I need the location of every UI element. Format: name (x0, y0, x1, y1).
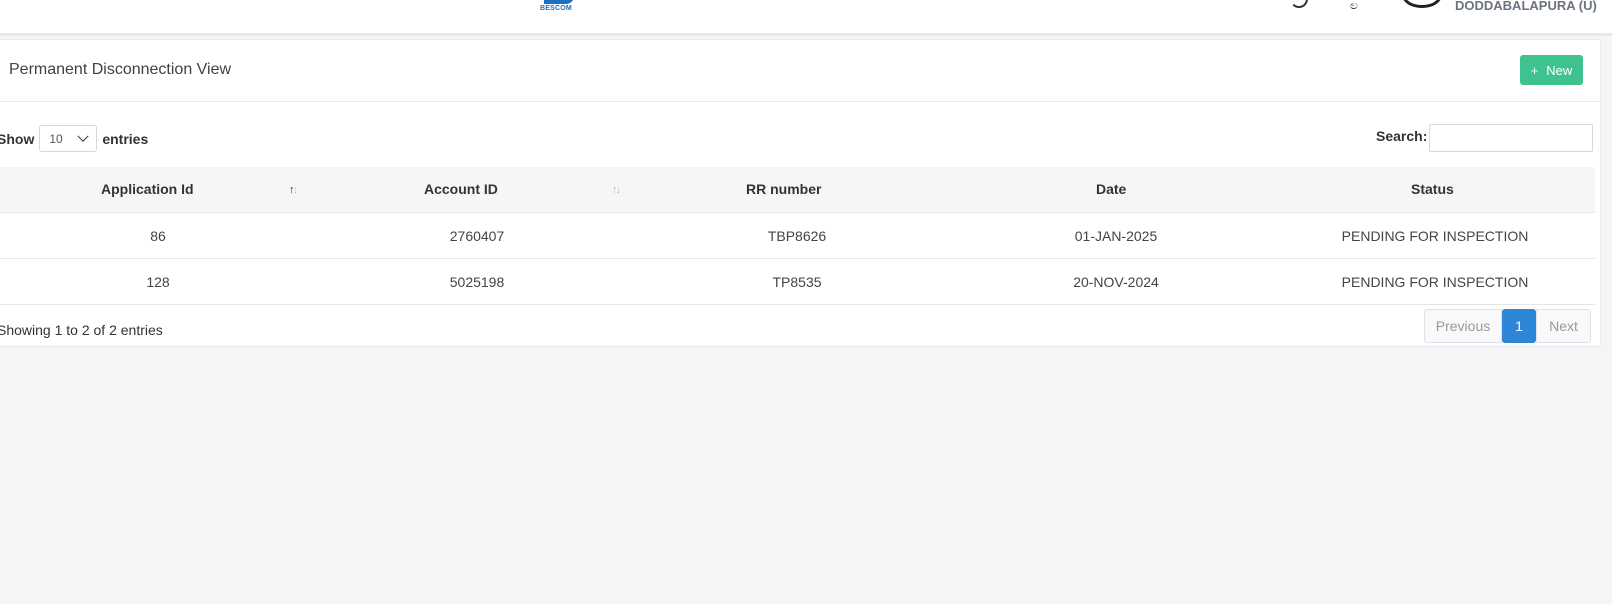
cell-account-id: 5025198 (449, 274, 505, 290)
notification-icon[interactable] (1290, 0, 1308, 8)
settings-icon[interactable]: ಲ (1350, 0, 1358, 13)
table-row[interactable]: 86 2760407 TBP8626 01-JAN-2025 PENDING F… (0, 213, 1595, 259)
table-info: Showing 1 to 2 of 2 entries (0, 322, 163, 338)
bescom-logo[interactable]: BESCOM (540, 0, 580, 16)
cell-rr-number: TP8535 (772, 274, 822, 290)
cell-application-id: 128 (146, 274, 170, 290)
card-header: Permanent Disconnection View + New (0, 40, 1600, 102)
chevron-down-icon (77, 130, 90, 142)
entries-select-value: 10 (49, 131, 63, 146)
column-header-date: Date (1096, 181, 1127, 197)
search-label: Search: (1376, 128, 1428, 144)
column-header-application-id[interactable]: Application Id (101, 181, 194, 197)
user-name[interactable]: DODDABALAPURA (U) (1455, 0, 1597, 13)
column-header-account-id[interactable]: Account ID (424, 181, 498, 197)
logo-mark (544, 0, 574, 4)
cell-date: 20-NOV-2024 (1073, 274, 1159, 290)
top-navbar: BESCOM ಲ DODDABALAPURA (U) (0, 0, 1612, 36)
logo-text: BESCOM (540, 5, 572, 12)
table-header-row: Application Id ↑↓ Account ID ↑↓ RR numbe… (0, 167, 1595, 213)
table-row[interactable]: 128 5025198 TP8535 20-NOV-2024 PENDING F… (0, 259, 1595, 305)
cell-date: 01-JAN-2025 (1074, 228, 1158, 244)
cell-application-id: 86 (150, 228, 166, 244)
plus-icon: + (1530, 62, 1539, 78)
column-header-status: Status (1411, 181, 1454, 197)
pagination: Previous 1 Next (1424, 309, 1591, 343)
entries-label: entries (102, 130, 149, 147)
entries-length-control: Show 10 entries (0, 125, 148, 152)
page-title: Permanent Disconnection View (9, 61, 232, 78)
next-page-button[interactable]: Next (1536, 309, 1591, 343)
search-input[interactable] (1429, 124, 1593, 152)
cell-account-id: 2760407 (449, 228, 505, 244)
cell-status: PENDING FOR INSPECTION (1341, 228, 1529, 244)
sort-icon[interactable]: ↑↓ (612, 184, 621, 196)
previous-page-button[interactable]: Previous (1424, 309, 1502, 343)
disconnection-card: Permanent Disconnection View + New Show … (0, 39, 1601, 347)
entries-select[interactable]: 10 (39, 125, 98, 152)
cell-rr-number: TBP8626 (767, 228, 827, 244)
new-button[interactable]: + New (1520, 55, 1583, 85)
column-header-rr-number: RR number (746, 181, 822, 197)
cell-status: PENDING FOR INSPECTION (1341, 274, 1529, 290)
avatar[interactable] (1402, 0, 1442, 8)
page-1-button[interactable]: 1 (1502, 309, 1536, 343)
sort-icon[interactable]: ↑↓ (289, 184, 298, 196)
new-button-label: New (1546, 62, 1573, 78)
show-label: Show (0, 130, 35, 147)
